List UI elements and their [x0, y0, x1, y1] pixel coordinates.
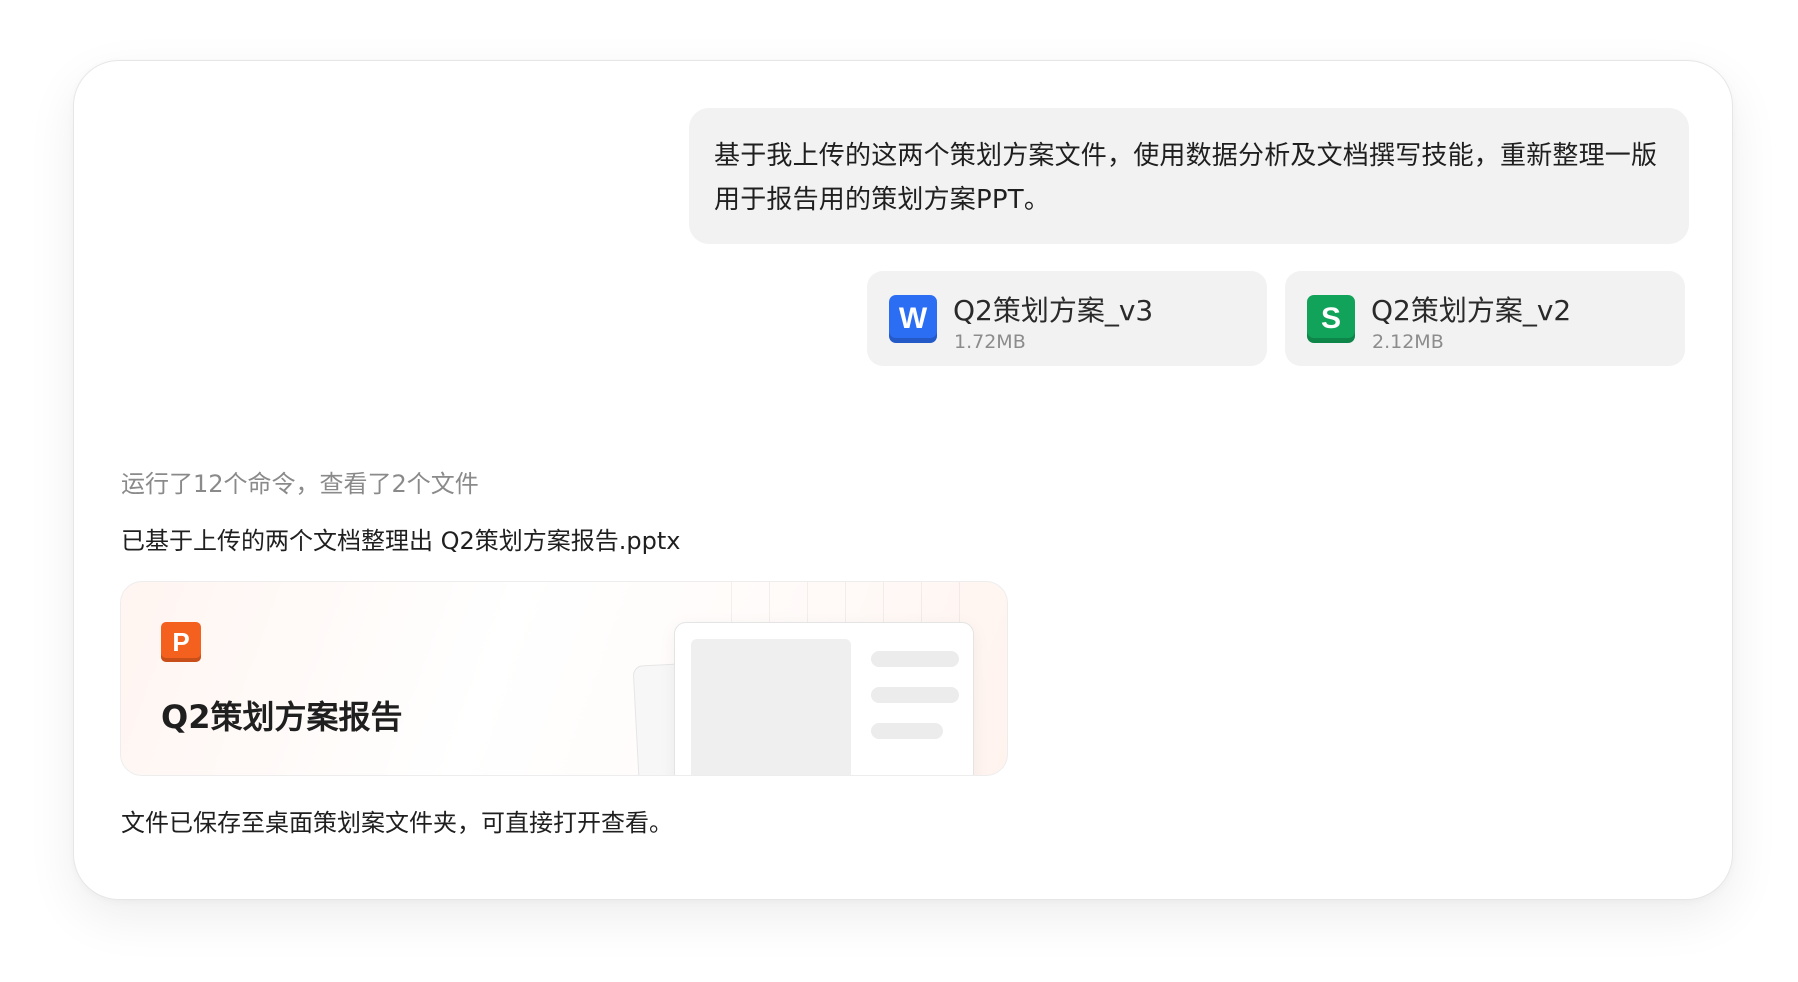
- powerpoint-icon: P: [161, 622, 201, 662]
- attachment-name: Q2策划方案_v2: [1371, 294, 1572, 327]
- chat-panel: 基于我上传的这两个策划方案文件，使用数据分析及文档撰写技能，重新整理一版用于报告…: [73, 60, 1733, 900]
- user-message-bubble: 基于我上传的这两个策划方案文件，使用数据分析及文档撰写技能，重新整理一版用于报告…: [689, 108, 1689, 244]
- word-doc-icon: W: [889, 295, 937, 343]
- attachment-size: 1.72MB: [954, 331, 1026, 353]
- assistant-footer-text: 文件已保存至桌面策划案文件夹，可直接打开查看。: [121, 809, 673, 837]
- attachment-name: Q2策划方案_v3: [953, 294, 1154, 327]
- assistant-reply-text: 已基于上传的两个文档整理出 Q2策划方案报告.pptx: [121, 527, 681, 555]
- run-summary-toggle[interactable]: 运行了12个命令，查看了2个文件: [121, 464, 479, 499]
- output-file-title: Q2策划方案报告: [161, 698, 403, 736]
- slide-image-placeholder: [691, 639, 851, 775]
- attachment-chip-v3[interactable]: W Q2策划方案_v3 1.72MB: [867, 271, 1267, 366]
- spreadsheet-icon: S: [1307, 295, 1355, 343]
- slide-preview-thumbnail: [674, 622, 974, 775]
- slide-text-line: [871, 651, 959, 667]
- attachment-size: 2.12MB: [1372, 331, 1444, 353]
- attachment-chip-v2[interactable]: S Q2策划方案_v2 2.12MB: [1285, 271, 1685, 366]
- slide-text-line: [871, 723, 943, 739]
- slide-text-line: [871, 687, 959, 703]
- user-message-text: 基于我上传的这两个策划方案文件，使用数据分析及文档撰写技能，重新整理一版用于报告…: [714, 141, 1658, 215]
- output-file-card[interactable]: P Q2策划方案报告: [120, 581, 1008, 776]
